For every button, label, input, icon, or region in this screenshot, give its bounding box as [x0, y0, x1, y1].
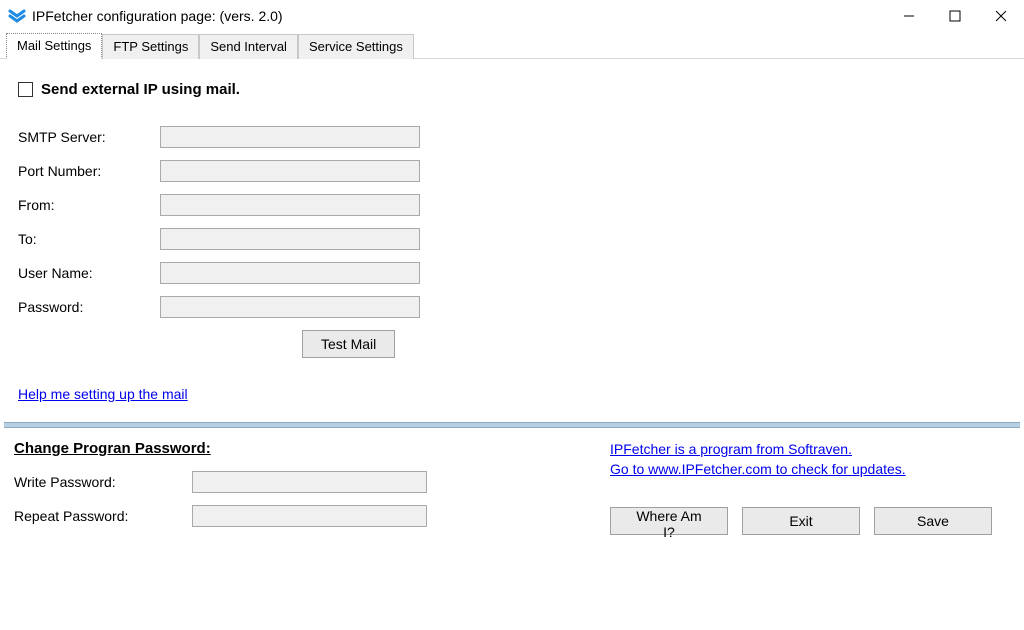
save-button[interactable]: Save	[874, 507, 992, 535]
smtp-input[interactable]	[160, 126, 420, 148]
updates-link[interactable]: Go to www.IPFetcher.com to check for upd…	[610, 460, 1010, 480]
to-input[interactable]	[160, 228, 420, 250]
maximize-button[interactable]	[932, 0, 978, 32]
separator-bar	[4, 422, 1020, 428]
title-bar: IPFetcher configuration page: (vers. 2.0…	[0, 0, 1024, 32]
send-external-checkbox[interactable]	[18, 82, 33, 97]
minimize-button[interactable]	[886, 0, 932, 32]
from-label: From:	[18, 197, 160, 213]
softraven-link[interactable]: IPFetcher is a program from Softraven.	[610, 440, 1010, 460]
repeat-password-label: Repeat Password:	[14, 508, 192, 524]
tab-page-mail: Send external IP using mail. SMTP Server…	[0, 59, 1024, 410]
port-label: Port Number:	[18, 163, 160, 179]
tab-service-settings[interactable]: Service Settings	[298, 34, 414, 59]
user-label: User Name:	[18, 265, 160, 281]
password-input[interactable]	[160, 296, 420, 318]
test-mail-button[interactable]: Test Mail	[302, 330, 395, 358]
exit-button[interactable]: Exit	[742, 507, 860, 535]
tab-ftp-settings[interactable]: FTP Settings	[102, 34, 199, 59]
to-label: To:	[18, 231, 160, 247]
write-password-input[interactable]	[192, 471, 427, 493]
tab-send-interval[interactable]: Send Interval	[199, 34, 298, 59]
send-external-label: Send external IP using mail.	[41, 81, 240, 98]
change-password-title: Change Progran Password:	[14, 440, 610, 457]
user-input[interactable]	[160, 262, 420, 284]
tab-mail-settings[interactable]: Mail Settings	[6, 33, 102, 59]
close-button[interactable]	[978, 0, 1024, 32]
window-title: IPFetcher configuration page: (vers. 2.0…	[32, 8, 886, 24]
write-password-label: Write Password:	[14, 474, 192, 490]
app-icon	[8, 7, 26, 25]
lower-panel: Change Progran Password: Write Password:…	[0, 434, 1024, 539]
from-input[interactable]	[160, 194, 420, 216]
help-link[interactable]: Help me setting up the mail	[18, 386, 188, 402]
repeat-password-input[interactable]	[192, 505, 427, 527]
port-input[interactable]	[160, 160, 420, 182]
smtp-label: SMTP Server:	[18, 129, 160, 145]
password-label: Password:	[18, 299, 160, 315]
whereami-button[interactable]: Where Am I?	[610, 507, 728, 535]
send-external-checkbox-row: Send external IP using mail.	[18, 81, 1006, 98]
tab-strip: Mail Settings FTP Settings Send Interval…	[0, 32, 1024, 59]
